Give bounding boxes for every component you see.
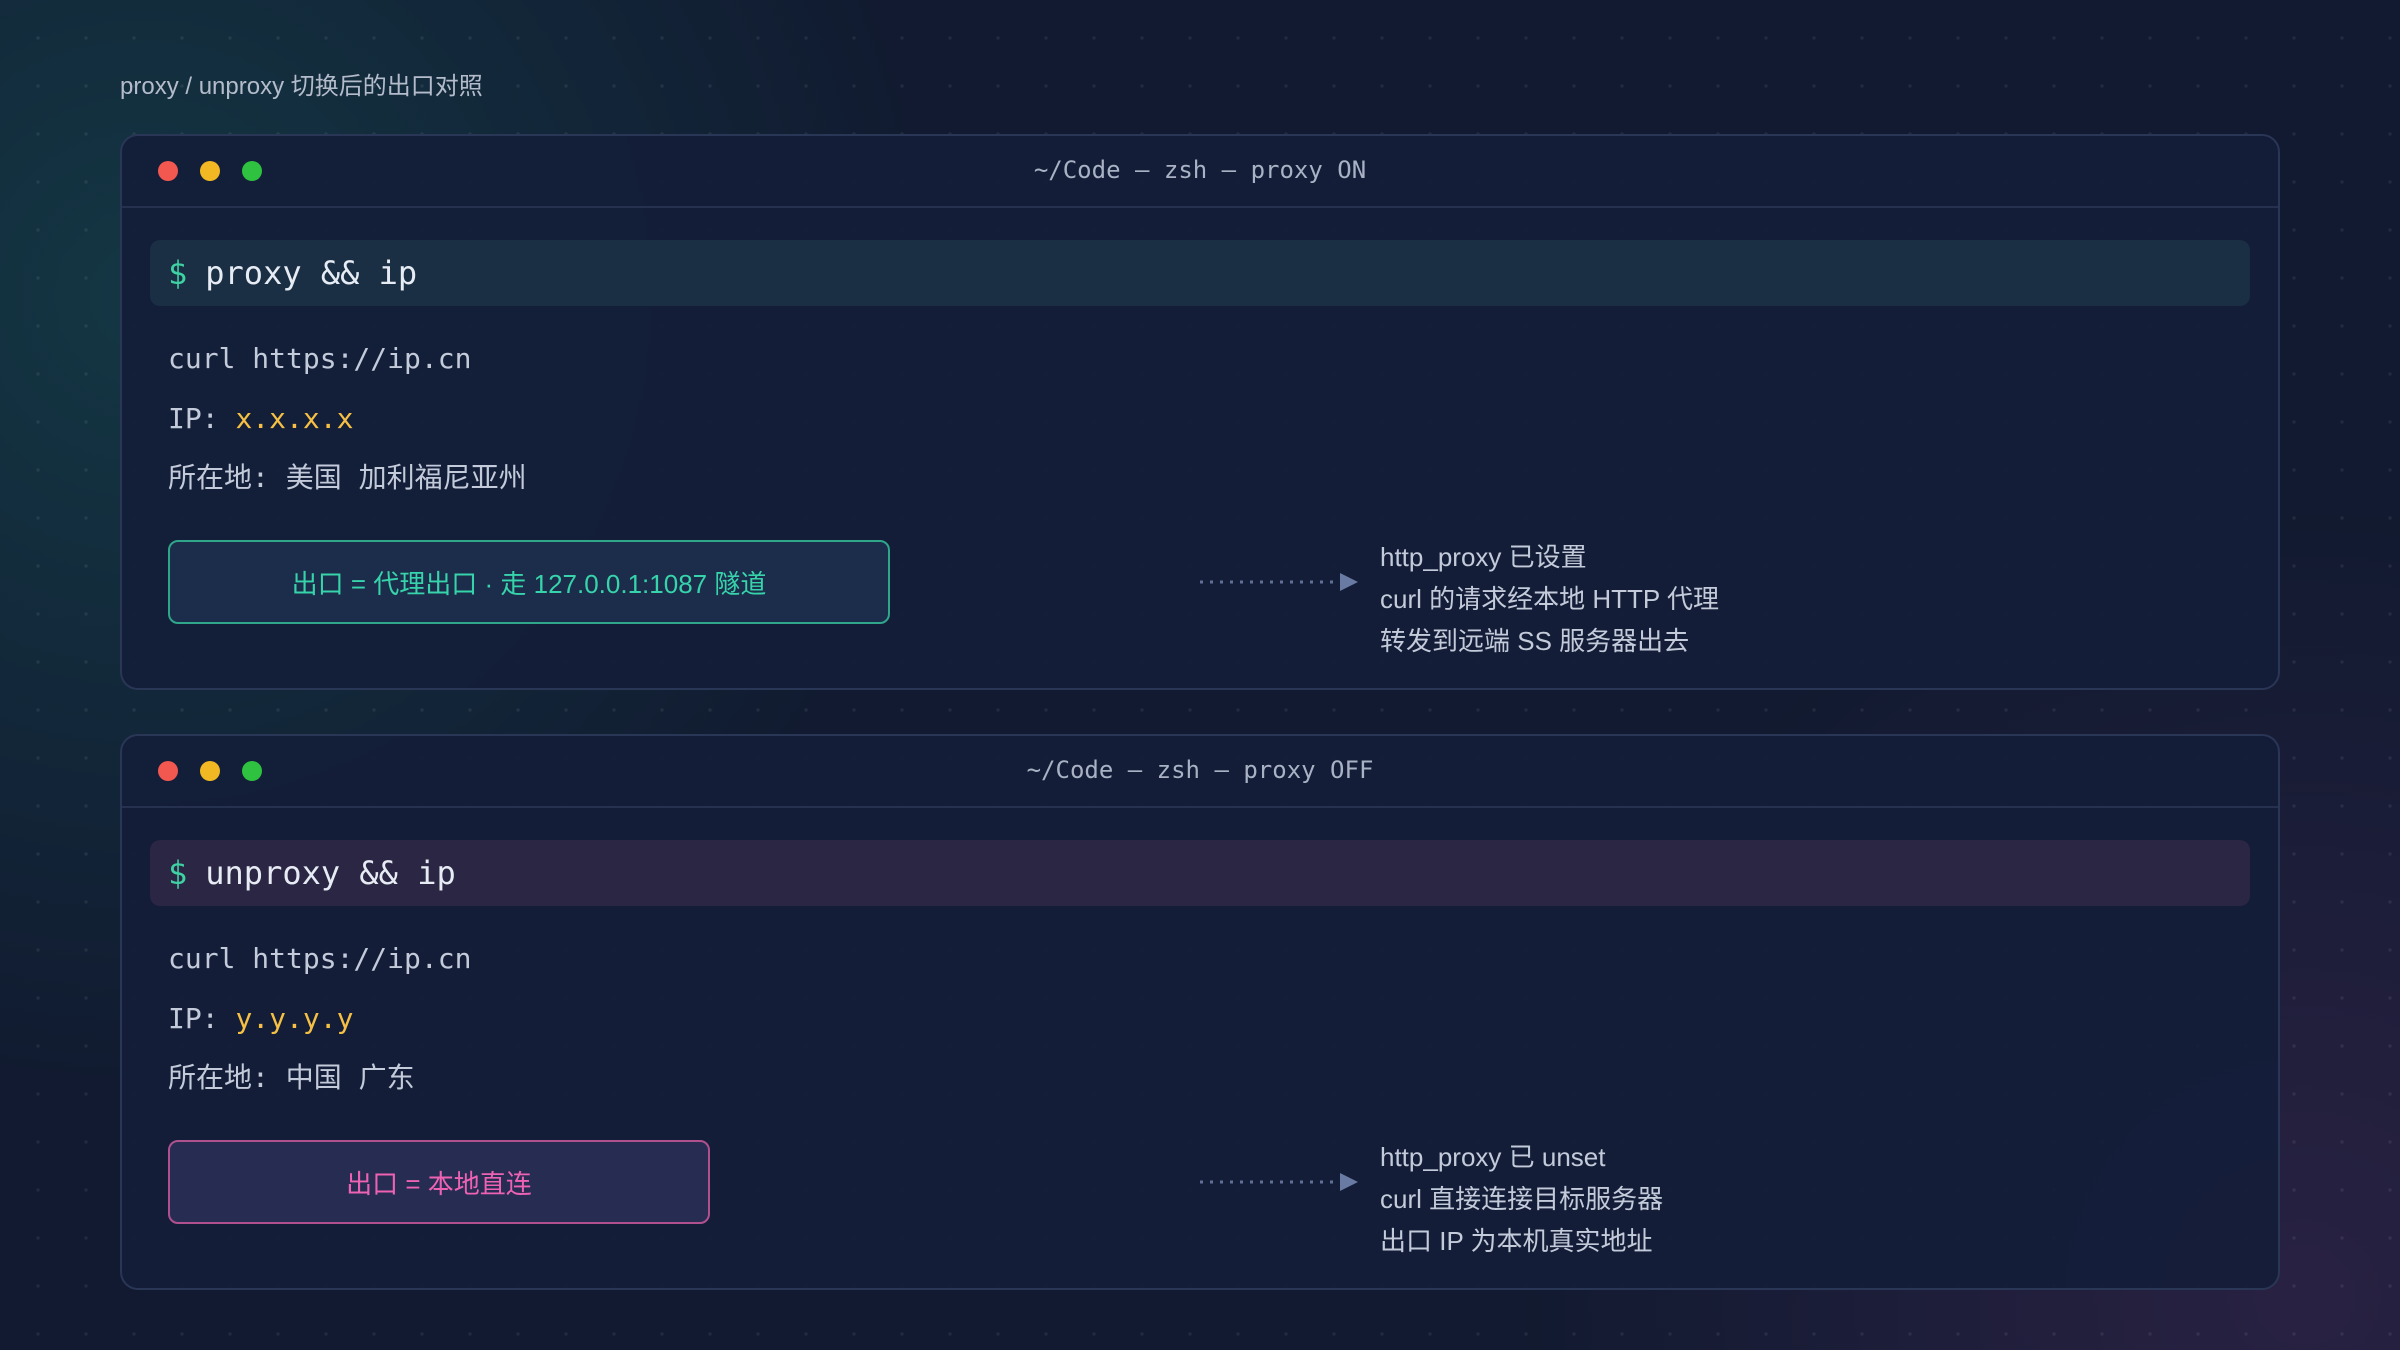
ip-value: x.x.x.x (235, 402, 354, 435)
window-title: ~/Code — zsh — proxy OFF (1026, 756, 1374, 784)
window-titlebar: ~/Code — zsh — proxy OFF (122, 736, 2278, 808)
output-ip-line: IP: y.y.y.y (168, 1002, 353, 1035)
note-line: curl 直接连接目标服务器 (1380, 1184, 1664, 1214)
ip-label: IP: (168, 1002, 236, 1035)
note-line: http_proxy 已设置 (1380, 542, 1587, 572)
command-line[interactable]: $ proxy && ip (150, 240, 2250, 306)
explanation-notes: http_proxy 已 unset curl 直接连接目标服务器 出口 IP … (1380, 1136, 1663, 1262)
note-line: 转发到远端 SS 服务器出去 (1380, 626, 1690, 656)
explanation-notes: http_proxy 已设置 curl 的请求经本地 HTTP 代理 转发到远端… (1380, 536, 1719, 662)
command-text: proxy && ip (205, 254, 418, 292)
output-ip-line: IP: x.x.x.x (168, 402, 353, 435)
exit-route-box: 出口 = 本地直连 (168, 1140, 710, 1224)
note-line: curl 的请求经本地 HTTP 代理 (1380, 584, 1719, 614)
exit-route-box: 出口 = 代理出口 · 走 127.0.0.1:1087 隧道 (168, 540, 890, 624)
output-location-line: 所在地: 美国 加利福尼亚州 (168, 461, 527, 494)
dotted-arrow-icon (1200, 1173, 1358, 1191)
shell-prompt: $ (168, 254, 188, 292)
note-line: 出口 IP 为本机真实地址 (1380, 1226, 1653, 1256)
ip-value: y.y.y.y (235, 1002, 354, 1035)
command-line[interactable]: $ unproxy && ip (150, 840, 2250, 906)
output-curl-line: curl https://ip.cn (168, 942, 472, 975)
note-line: http_proxy 已 unset (1380, 1142, 1606, 1172)
command-text: unproxy && ip (205, 854, 456, 892)
output-curl-line: curl https://ip.cn (168, 342, 472, 375)
page-caption: proxy / unproxy 切换后的出口对照 (120, 73, 483, 100)
ip-label: IP: (168, 402, 236, 435)
terminal-window-proxy-off: ~/Code — zsh — proxy OFF $ unproxy && ip… (120, 734, 2280, 1290)
output-location-line: 所在地: 中国 广东 (168, 1061, 415, 1094)
shell-prompt: $ (168, 854, 188, 892)
dotted-arrow-icon (1200, 573, 1358, 591)
window-titlebar: ~/Code — zsh — proxy ON (122, 136, 2278, 208)
window-title: ~/Code — zsh — proxy ON (1033, 156, 1367, 184)
terminal-window-proxy-on: ~/Code — zsh — proxy ON $ proxy && ip cu… (120, 134, 2280, 690)
